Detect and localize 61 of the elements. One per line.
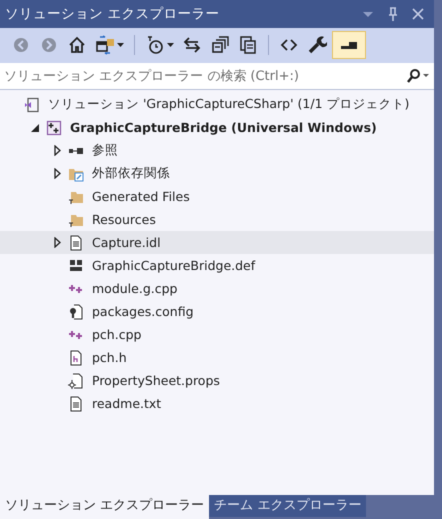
item-label: Resources	[92, 212, 156, 227]
item-label: pch.h	[92, 350, 127, 365]
search-box[interactable]: ソリューション エクスプローラー の検索 (Ctrl+:)	[0, 62, 434, 90]
switch-views-icon	[95, 35, 115, 55]
tab[interactable]: ソリューション エクスプローラー	[0, 495, 210, 519]
item-label: GraphicCaptureBridge.def	[92, 258, 256, 273]
close-icon[interactable]	[412, 8, 424, 20]
item-label: 参照	[92, 142, 118, 159]
collapse-arrow-icon[interactable]	[31, 124, 39, 132]
tree-item[interactable]: Resources	[0, 208, 434, 231]
item-label: 外部依存関係	[92, 165, 170, 182]
pin-icon[interactable]	[388, 7, 398, 21]
expand-arrow-icon[interactable]	[54, 145, 60, 156]
tree-item[interactable]: readme.txt	[0, 392, 434, 415]
project-icon	[46, 120, 62, 136]
toolbar-button[interactable]	[332, 31, 366, 59]
caret-icon	[117, 43, 124, 47]
home-icon	[67, 35, 87, 55]
window-title: ソリューション エクスプローラー	[5, 5, 220, 23]
sync-icon	[182, 35, 202, 55]
tree-item[interactable]: Generated Files	[0, 185, 434, 208]
solution-icon	[24, 96, 40, 112]
search-field[interactable]: ソリューション エクスプローラー の検索 (Ctrl+:)	[4, 68, 406, 84]
tree-item[interactable]: module.g.cpp	[0, 277, 434, 300]
item-label: Capture.idl	[92, 235, 161, 250]
forward-icon	[39, 35, 59, 55]
wrench-document-icon	[68, 304, 84, 320]
wrench-icon	[307, 35, 327, 55]
search-icon[interactable]	[406, 69, 430, 83]
tree-item[interactable]: pch.h	[0, 346, 434, 369]
tree-item[interactable]: GraphicCaptureBridge (Universal Windows)	[0, 116, 434, 139]
item-label: GraphicCaptureBridge (Universal Windows)	[70, 120, 377, 135]
tree-item[interactable]: 外部依存関係	[0, 162, 434, 185]
item-label: PropertySheet.props	[92, 373, 220, 388]
item-label: ソリューション 'GraphicCaptureCSharp' (1/1 プロジェクト)	[48, 96, 410, 113]
item-label: Generated Files	[92, 189, 190, 204]
property-sheet-icon	[68, 372, 84, 388]
tree-item[interactable]: 参照	[0, 139, 434, 162]
clock-icon	[145, 35, 165, 55]
dropdown-icon[interactable]	[362, 10, 374, 18]
tree-item[interactable]: Capture.idl	[0, 231, 434, 254]
item-label: pch.cpp	[92, 327, 142, 342]
caret-icon	[167, 43, 174, 47]
tree-item[interactable]: pch.cpp	[0, 323, 434, 346]
blocks-icon	[68, 258, 84, 274]
document-icon	[68, 396, 84, 412]
expand-arrow-icon[interactable]	[54, 237, 60, 248]
tree-item[interactable]: PropertySheet.props	[0, 369, 434, 392]
document-icon	[68, 234, 84, 250]
header-file-icon	[68, 350, 84, 366]
item-label: packages.config	[92, 304, 194, 319]
copy-icon	[238, 35, 258, 55]
item-label: module.g.cpp	[92, 281, 178, 296]
tab[interactable]: チーム エクスプローラー	[209, 495, 366, 517]
tree-item[interactable]: GraphicCaptureBridge.def	[0, 254, 434, 277]
back-icon	[11, 35, 31, 55]
tree-item[interactable]: packages.config	[0, 300, 434, 323]
expand-arrow-icon[interactable]	[54, 168, 60, 179]
item-label: readme.txt	[92, 396, 162, 411]
tree-item[interactable]: ソリューション 'GraphicCaptureCSharp' (1/1 プロジェクト)	[0, 93, 434, 116]
collapse-icon	[210, 35, 230, 55]
